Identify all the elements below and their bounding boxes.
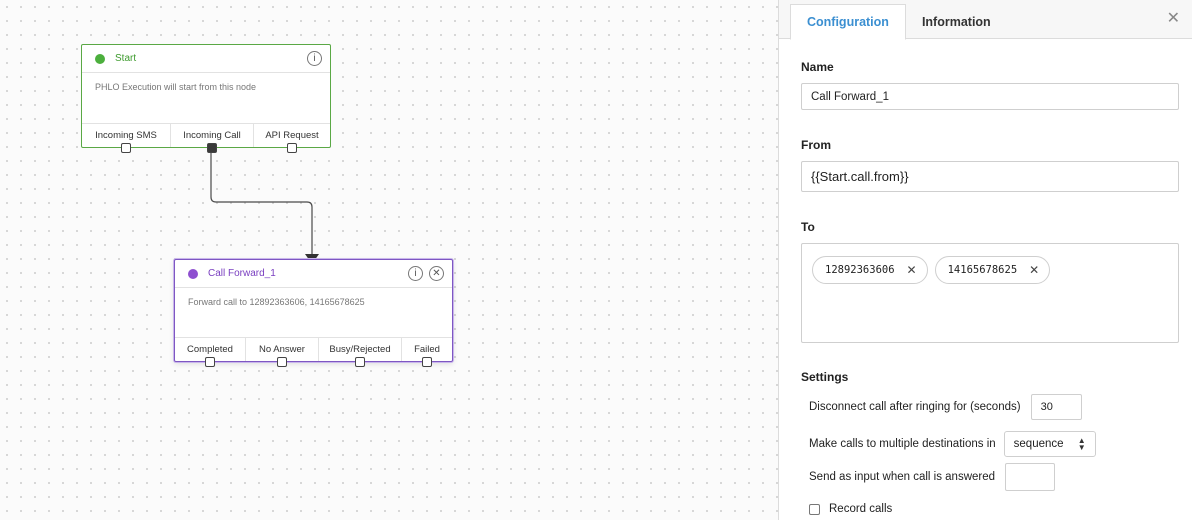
send-input-label: Send as input when call is answered — [809, 471, 996, 483]
multi-destination-select[interactable]: sequence ▲ ▼ — [1003, 431, 1096, 457]
close-icon[interactable]: ✕ — [429, 266, 444, 281]
close-icon[interactable]: ✕ — [1167, 11, 1180, 27]
multi-destination-row: Make calls to multiple destinations in s… — [809, 431, 1096, 457]
multi-destination-value: sequence — [1013, 438, 1064, 450]
port-handle[interactable] — [277, 357, 287, 367]
start-node-header: Start i — [82, 45, 330, 73]
name-input[interactable]: Call Forward_1 — [801, 83, 1179, 110]
port-handle[interactable] — [287, 143, 297, 153]
ring-timeout-label: Disconnect call after ringing for (secon… — [809, 401, 1021, 413]
send-input-field[interactable] — [1005, 463, 1056, 491]
port-busy-rejected[interactable]: Busy/Rejected — [319, 338, 402, 367]
call-forward-node-description: Forward call to 12892363606, 14165678625 — [188, 297, 365, 307]
number-chip[interactable]: 14165678625 ✕ — [934, 256, 1051, 284]
to-label: To — [801, 220, 815, 234]
port-failed[interactable]: Failed — [402, 338, 452, 367]
ring-timeout-value: 30 — [1040, 401, 1053, 413]
call-forward-node-header: Call Forward_1 i ✕ — [175, 260, 452, 288]
start-node-ports: Incoming SMS Incoming Call API Request — [82, 123, 330, 153]
port-label: Failed — [414, 344, 440, 355]
chip-label: 12892363606 — [825, 264, 895, 276]
flow-canvas[interactable]: Start i PHLO Execution will start from t… — [0, 0, 778, 520]
start-node-title: Start — [115, 53, 137, 64]
number-chip[interactable]: 12892363606 ✕ — [812, 256, 928, 284]
port-incoming-call[interactable]: Incoming Call — [171, 124, 254, 153]
call-forward-node[interactable]: Call Forward_1 i ✕ Forward call to 12892… — [174, 259, 453, 367]
info-icon[interactable]: i — [408, 266, 423, 281]
start-node[interactable]: Start i PHLO Execution will start from t… — [81, 44, 331, 153]
port-label: API Request — [265, 130, 319, 141]
port-label: Incoming SMS — [95, 130, 157, 141]
name-label: Name — [801, 60, 834, 74]
call-forward-node-ports: Completed No Answer Busy/Rejected Failed — [175, 337, 452, 367]
tab-configuration[interactable]: Configuration — [790, 4, 906, 40]
remove-icon[interactable]: ✕ — [1029, 263, 1039, 277]
port-no-answer[interactable]: No Answer — [246, 338, 319, 367]
panel-tabs: Configuration Information ✕ — [779, 0, 1192, 40]
record-calls-label: Record calls — [829, 503, 893, 515]
port-completed[interactable]: Completed — [175, 338, 246, 367]
ring-timeout-input[interactable]: 30 — [1030, 394, 1082, 420]
chip-label: 14165678625 — [947, 264, 1018, 276]
port-handle[interactable] — [207, 143, 217, 153]
tab-information[interactable]: Information — [906, 4, 1007, 40]
record-calls-checkbox[interactable] — [809, 503, 820, 515]
call-forward-node-title: Call Forward_1 — [208, 268, 276, 279]
config-panel: Configuration Information ✕ Name Call Fo… — [778, 0, 1192, 520]
record-calls-row: Record calls — [809, 503, 892, 515]
from-input-value: {{Start.call.from}} — [811, 169, 909, 184]
port-label: No Answer — [259, 344, 305, 355]
settings-label: Settings — [801, 370, 849, 384]
status-dot-icon — [188, 268, 198, 279]
name-input-value: Call Forward_1 — [811, 90, 889, 103]
info-icon[interactable]: i — [307, 51, 322, 66]
port-handle[interactable] — [422, 357, 432, 367]
port-handle[interactable] — [121, 143, 131, 153]
from-input[interactable]: {{Start.call.from}} — [801, 161, 1179, 192]
send-input-row: Send as input when call is answered — [809, 463, 1056, 491]
remove-icon[interactable]: ✕ — [907, 263, 917, 277]
port-incoming-sms[interactable]: Incoming SMS — [82, 124, 171, 153]
port-api-request[interactable]: API Request — [254, 124, 330, 153]
port-label: Incoming Call — [183, 130, 241, 141]
sort-arrows-icon: ▲ ▼ — [1077, 436, 1086, 452]
multi-destination-label: Make calls to multiple destinations in — [809, 438, 996, 450]
from-label: From — [801, 138, 831, 152]
status-dot-icon — [95, 53, 105, 64]
to-numbers-input[interactable]: 12892363606 ✕ 14165678625 ✕ — [801, 243, 1179, 343]
ring-timeout-row: Disconnect call after ringing for (secon… — [809, 394, 1082, 420]
start-node-description: PHLO Execution will start from this node — [95, 82, 257, 92]
port-label: Completed — [187, 344, 233, 355]
port-handle[interactable] — [355, 357, 365, 367]
port-label: Busy/Rejected — [329, 344, 391, 355]
port-handle[interactable] — [205, 357, 215, 367]
